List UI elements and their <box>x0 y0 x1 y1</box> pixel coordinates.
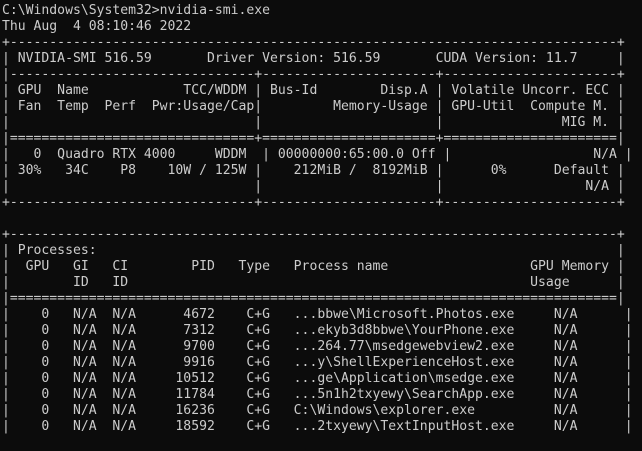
table-divider: |-------------------------------+-------… <box>2 67 625 82</box>
process-row: | 0 N/A N/A 11784 C+G ...5n1h2txyewy\Sea… <box>2 387 630 402</box>
process-row: | 0 N/A N/A 18592 C+G ...2txyewy\TextInp… <box>2 419 630 434</box>
gpu-header-row-2: | Fan Temp Perf Pwr:Usage/Cap| Memory-Us… <box>2 99 625 114</box>
process-row: | 0 N/A N/A 10512 C+G ...ge\Application\… <box>2 371 630 386</box>
processes-header-row-2: | ID ID Usage | <box>2 275 625 290</box>
process-row: | 0 N/A N/A 9700 C+G ...264.77\msedgeweb… <box>2 339 630 354</box>
gpu-header-separator: |===============================+=======… <box>2 131 625 146</box>
vertical-scrollbar[interactable] <box>630 0 642 451</box>
scrollbar-thumb[interactable] <box>631 18 641 448</box>
table-border-top: +---------------------------------------… <box>2 35 625 50</box>
gpu-header-row-1: | GPU Name TCC/WDDM | Bus-Id Disp.A | Vo… <box>2 83 625 98</box>
processes-title: | Processes: | <box>2 243 625 258</box>
processes-header-separator: |=======================================… <box>2 291 625 306</box>
process-row: | 0 N/A N/A 16236 C+G C:\Windows\explore… <box>2 403 630 418</box>
gpu-row-3: | | | N/A | <box>2 179 625 194</box>
terminal-window[interactable]: C:\Windows\System32>nvidia-smi.exe Thu A… <box>0 0 630 451</box>
command-line: C:\Windows\System32>nvidia-smi.exe <box>2 3 271 18</box>
process-row: | 0 N/A N/A 7312 C+G ...ekyb3d8bbwe\Your… <box>2 323 630 338</box>
process-row: | 0 N/A N/A 9916 C+G ...y\ShellExperienc… <box>2 355 630 370</box>
gpu-row-1: | 0 Quadro RTX 4000 WDDM | 00000000:65:0… <box>2 147 630 162</box>
processes-header-row-1: | GPU GI CI PID Type Process name GPU Me… <box>2 259 625 274</box>
table-border-bottom: +-------------------------------+-------… <box>2 195 625 210</box>
process-row: | 0 N/A N/A 4672 C+G ...bbwe\Microsoft.P… <box>2 307 630 322</box>
gpu-row-2: | 30% 34C P8 10W / 125W | 212MiB / 8192M… <box>2 163 625 178</box>
gpu-header-row-3: | | | MIG M. | <box>2 115 625 130</box>
timestamp-line: Thu Aug 4 08:10:46 2022 <box>2 19 192 34</box>
processes-border-top: +---------------------------------------… <box>2 227 625 242</box>
version-info-line: | NVIDIA-SMI 516.59 Driver Version: 516.… <box>2 51 625 66</box>
